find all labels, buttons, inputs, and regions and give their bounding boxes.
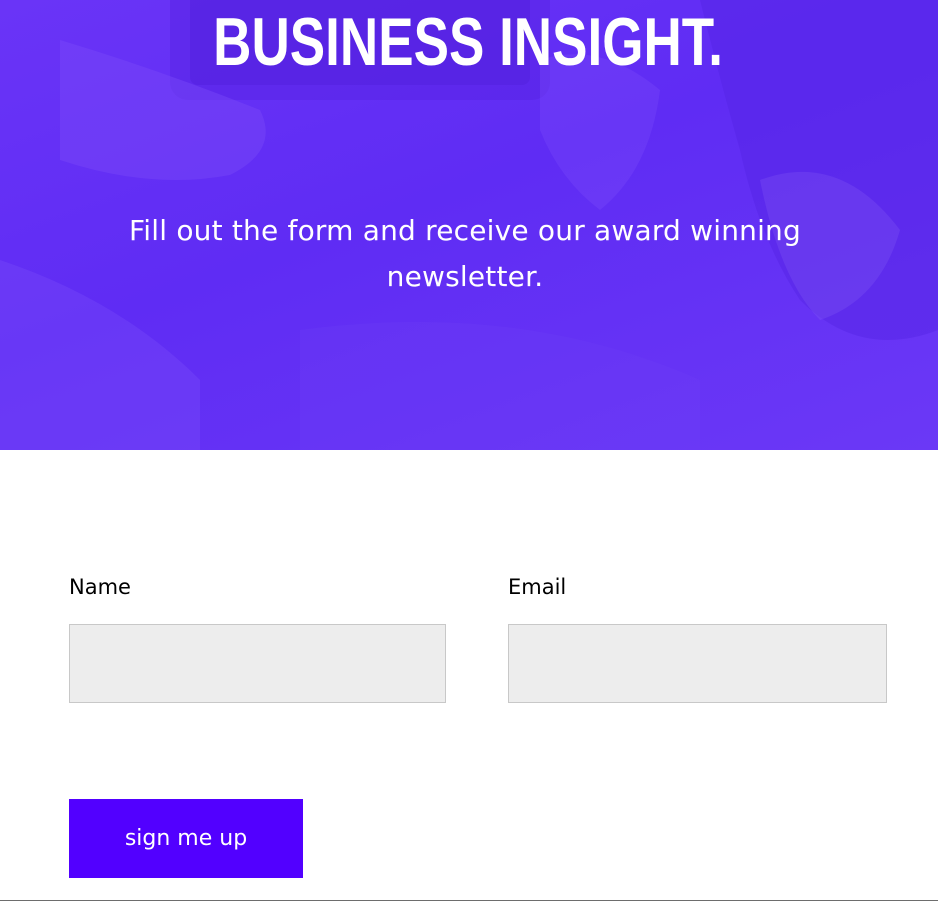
name-field[interactable]: [69, 624, 446, 703]
email-field[interactable]: [508, 624, 887, 703]
sign-up-button[interactable]: sign me up: [69, 799, 303, 878]
name-label: Name: [69, 575, 131, 599]
divider: [0, 900, 938, 901]
hero-banner: BUSINESS INSIGHT. Fill out the form and …: [0, 0, 938, 450]
hero-title: BUSINESS INSIGHT.: [213, 4, 724, 80]
newsletter-form: Name Email sign me up: [0, 450, 938, 902]
hero-subtitle: Fill out the form and receive our award …: [129, 214, 801, 293]
email-label: Email: [508, 575, 567, 599]
